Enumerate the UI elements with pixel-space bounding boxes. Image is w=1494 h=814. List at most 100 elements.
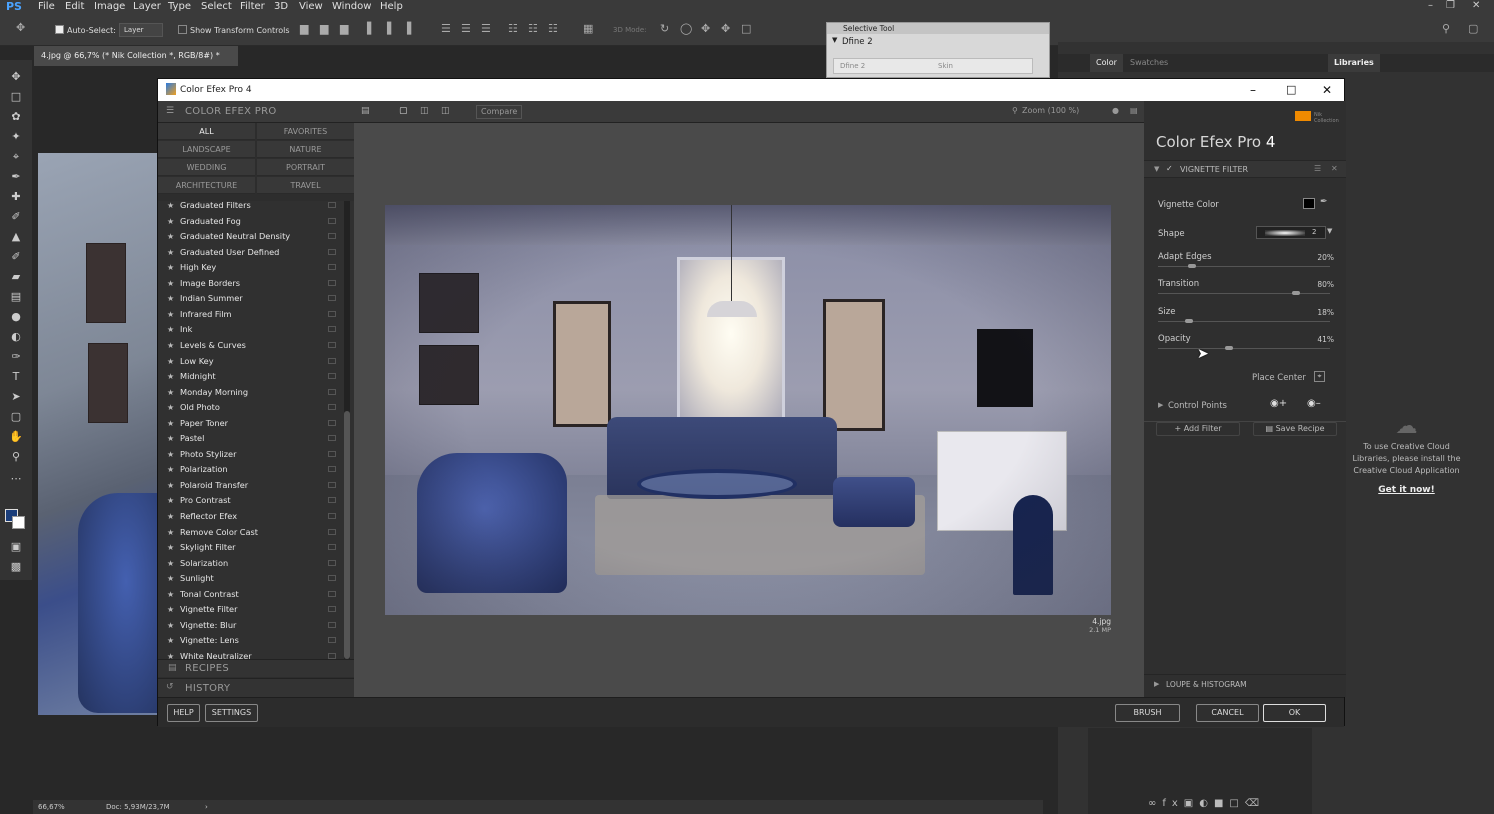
- filter-item[interactable]: ★ Polaroid Transfer: [158, 478, 340, 493]
- favorite-star-icon[interactable]: ★: [167, 431, 174, 446]
- favorite-star-icon[interactable]: ★: [167, 602, 174, 617]
- distribute-center-icon[interactable]: ☰: [461, 22, 471, 35]
- status-arrow-icon[interactable]: ›: [205, 800, 208, 814]
- scrollbar-thumb[interactable]: [344, 411, 350, 659]
- pen-tool-icon[interactable]: ✑: [9, 350, 23, 364]
- category-favorites[interactable]: FAVORITES: [257, 123, 354, 140]
- filter-item[interactable]: ★ Monday Morning: [158, 385, 340, 400]
- distribute-right-icon[interactable]: ☷: [548, 22, 558, 35]
- split-view-icon[interactable]: ◫: [420, 106, 429, 116]
- window-close-icon[interactable]: ✕: [1322, 79, 1332, 101]
- filter-header[interactable]: ▼ ✓ VIGNETTE FILTER ☰ ✕: [1144, 160, 1346, 178]
- menu-edit[interactable]: Edit: [65, 0, 84, 13]
- auto-select-checkbox[interactable]: [55, 25, 64, 34]
- filter-preset-icon[interactable]: [328, 544, 336, 551]
- cancel-button[interactable]: CANCEL: [1196, 704, 1259, 722]
- dfine-item[interactable]: Dfine 2: [842, 37, 873, 47]
- filter-preset-icon[interactable]: [328, 404, 336, 411]
- tab-libraries[interactable]: Libraries: [1328, 54, 1380, 72]
- favorite-star-icon[interactable]: ★: [167, 260, 174, 275]
- shape-dropdown[interactable]: 2: [1256, 226, 1326, 239]
- favorite-star-icon[interactable]: ★: [167, 354, 174, 369]
- loupe-pin-icon[interactable]: ●: [1112, 106, 1119, 115]
- slider-handle[interactable]: [1188, 264, 1197, 268]
- tab-color[interactable]: Color: [1090, 54, 1123, 72]
- hand-tool-icon[interactable]: ✋: [9, 430, 23, 444]
- filter-preset-icon[interactable]: [328, 388, 336, 395]
- category-portrait[interactable]: PORTRAIT: [257, 159, 354, 176]
- filter-preset-icon[interactable]: [328, 233, 336, 240]
- search-icon[interactable]: ⚲: [1442, 22, 1450, 35]
- filter-preset-icon[interactable]: [328, 575, 336, 582]
- blur-tool-icon[interactable]: ●: [9, 310, 23, 324]
- window-minimize-icon[interactable]: –: [1250, 79, 1256, 101]
- distribute-bottom-icon[interactable]: ☰: [481, 22, 491, 35]
- menu-help[interactable]: Help: [380, 0, 403, 13]
- help-button[interactable]: HELP: [167, 704, 200, 722]
- toggle-right-panel-icon[interactable]: ▤: [1130, 106, 1138, 115]
- filter-preset-icon[interactable]: [328, 621, 336, 628]
- filter-preset-icon[interactable]: [328, 466, 336, 473]
- filter-item[interactable]: ★ High Key: [158, 260, 340, 275]
- ok-button[interactable]: OK: [1263, 704, 1326, 722]
- filter-preset-icon[interactable]: [328, 435, 336, 442]
- slider-track[interactable]: [1158, 293, 1330, 294]
- filter-item[interactable]: ★ Midnight: [158, 369, 340, 384]
- vignette-color-swatch[interactable]: [1303, 198, 1315, 209]
- dodge-tool-icon[interactable]: ◐: [9, 330, 23, 344]
- 3d-roll-icon[interactable]: ◯: [680, 22, 692, 35]
- filter-item[interactable]: ★ Infrared Film: [158, 307, 340, 322]
- favorite-star-icon[interactable]: ★: [167, 245, 174, 260]
- favorite-star-icon[interactable]: ★: [167, 478, 174, 493]
- filter-preset-icon[interactable]: [328, 295, 336, 302]
- filter-item[interactable]: ★ Pastel: [158, 431, 340, 446]
- move-tool-icon[interactable]: ✥: [9, 70, 23, 84]
- menu-3d[interactable]: 3D: [274, 0, 288, 13]
- layer-dropdown[interactable]: Layer: [119, 23, 163, 37]
- filter-list-scrollbar[interactable]: [344, 201, 350, 661]
- minimize-icon[interactable]: –: [1428, 0, 1433, 11]
- category-landscape[interactable]: LANDSCAPE: [158, 141, 255, 158]
- close-icon[interactable]: ✕: [1472, 0, 1480, 11]
- quick-mask-icon[interactable]: ▣: [9, 540, 23, 554]
- align-left-icon[interactable]: ▌: [367, 22, 375, 35]
- filter-preset-icon[interactable]: [328, 481, 336, 488]
- collapse-arrow-icon[interactable]: ▼: [832, 36, 837, 44]
- align-hcenter-icon[interactable]: ▌: [387, 22, 395, 35]
- filter-item[interactable]: ★ Paper Toner: [158, 416, 340, 431]
- filter-preset-icon[interactable]: [328, 559, 336, 566]
- filter-item[interactable]: ★ Remove Color Cast: [158, 525, 340, 540]
- filter-preset-icon[interactable]: [328, 590, 336, 597]
- zoom-icon[interactable]: ⚲: [1012, 106, 1018, 115]
- show-transform-checkbox[interactable]: [178, 25, 187, 34]
- filter-preset-icon[interactable]: [328, 419, 336, 426]
- filter-item[interactable]: ★ Old Photo: [158, 400, 340, 415]
- favorite-star-icon[interactable]: ★: [167, 322, 174, 337]
- filter-item[interactable]: ★ Ink: [158, 322, 340, 337]
- menu-image[interactable]: Image: [94, 0, 125, 13]
- 3d-scale-icon[interactable]: □: [741, 22, 751, 35]
- filter-preset-icon[interactable]: [328, 341, 336, 348]
- favorite-star-icon[interactable]: ★: [167, 307, 174, 322]
- menu-select[interactable]: Select: [201, 0, 232, 13]
- align-top-icon[interactable]: ▆: [300, 22, 308, 35]
- category-wedding[interactable]: WEDDING: [158, 159, 255, 176]
- get-it-now-link[interactable]: Get it now!: [1344, 485, 1469, 495]
- distribute-left-icon[interactable]: ☷: [508, 22, 518, 35]
- filter-preset-icon[interactable]: [328, 279, 336, 286]
- filter-item[interactable]: ★ Tonal Contrast: [158, 587, 340, 602]
- filter-item[interactable]: ★ Indian Summer: [158, 291, 340, 306]
- place-center-icon[interactable]: ⌖: [1314, 371, 1325, 382]
- favorite-star-icon[interactable]: ★: [167, 633, 174, 648]
- favorite-star-icon[interactable]: ★: [167, 509, 174, 524]
- filter-item[interactable]: ★ Graduated Filters: [158, 201, 340, 213]
- shape-tool-icon[interactable]: ▢: [9, 410, 23, 424]
- remove-control-point-icon[interactable]: ◉–: [1307, 398, 1321, 409]
- favorite-star-icon[interactable]: ★: [167, 400, 174, 415]
- type-tool-icon[interactable]: T: [9, 370, 23, 384]
- background-color-swatch[interactable]: [12, 516, 25, 529]
- menu-filter[interactable]: Filter: [240, 0, 265, 13]
- filter-item[interactable]: ★ Solarization: [158, 556, 340, 571]
- filter-options-icon[interactable]: ☰: [1314, 164, 1321, 173]
- filter-item[interactable]: ★ Vignette: Lens: [158, 633, 340, 648]
